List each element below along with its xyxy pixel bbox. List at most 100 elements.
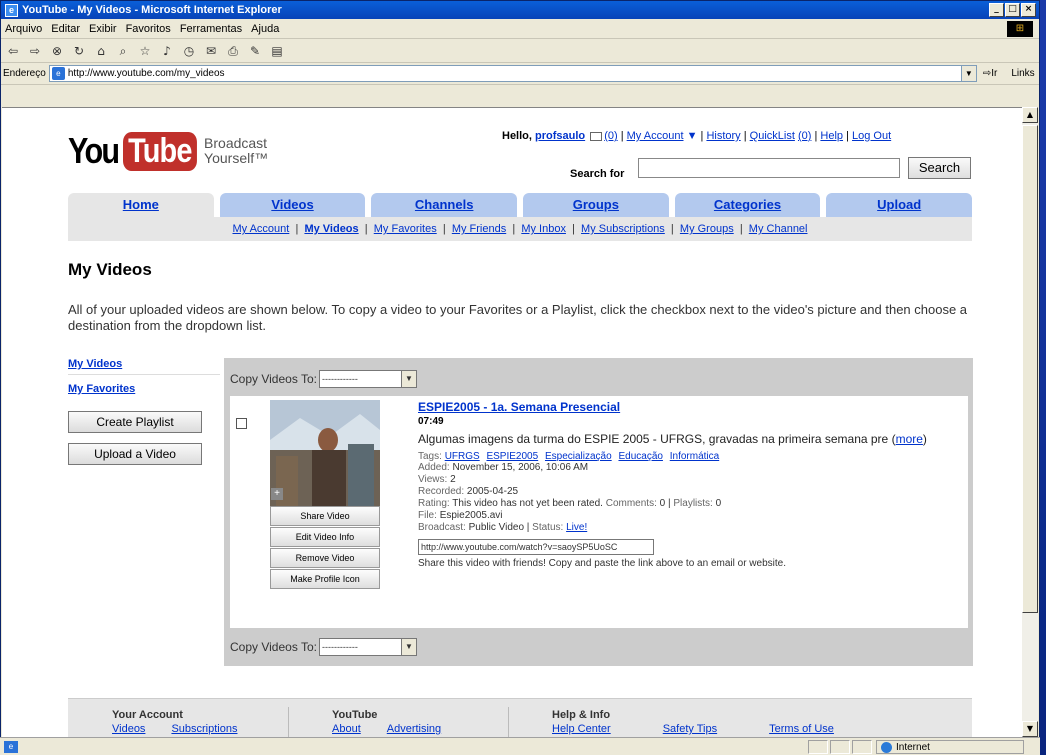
subnav-my-favorites[interactable]: My Favorites bbox=[374, 223, 437, 235]
video-title-link[interactable]: ESPIE2005 - 1a. Semana Presencial bbox=[418, 400, 620, 414]
close-icon[interactable]: × bbox=[1021, 3, 1036, 17]
menu-favoritos[interactable]: Favoritos bbox=[126, 23, 171, 35]
tab-videos[interactable]: Videos bbox=[219, 193, 366, 217]
tab-categories[interactable]: Categories bbox=[674, 193, 821, 217]
scroll-up-icon[interactable]: ▲ bbox=[1022, 107, 1038, 123]
footer-subscriptions-link[interactable]: Subscriptions bbox=[171, 723, 237, 735]
footer-heading: YouTube bbox=[332, 709, 378, 721]
title-bar[interactable]: e YouTube - My Videos - Microsoft Intern… bbox=[1, 1, 1039, 19]
scroll-thumb[interactable] bbox=[1022, 125, 1038, 613]
video-url-field[interactable]: http://www.youtube.com/watch?v=saoySP5Uo… bbox=[418, 539, 654, 555]
copy-label: Copy Videos To: bbox=[230, 640, 317, 654]
subnav-my-groups[interactable]: My Groups bbox=[680, 223, 734, 235]
footer-advertising-link[interactable]: Advertising bbox=[387, 723, 441, 735]
subnav-my-videos[interactable]: My Videos bbox=[304, 223, 358, 235]
quicklist-link[interactable]: QuickList bbox=[750, 130, 795, 142]
help-link[interactable]: Help bbox=[820, 130, 843, 142]
mail-icon[interactable]: ✉ bbox=[203, 43, 219, 59]
edit-icon[interactable]: ✎ bbox=[247, 43, 263, 59]
minimize-icon[interactable]: _ bbox=[989, 3, 1004, 17]
window-controls: _ □ × bbox=[989, 3, 1036, 17]
address-label: Endereço bbox=[3, 68, 46, 79]
footer-help-info: Help & Info Help Center Safety Tips Term… bbox=[552, 709, 834, 735]
page-title: My Videos bbox=[68, 260, 152, 279]
plus-icon[interactable]: + bbox=[271, 488, 283, 500]
remove-video-button[interactable]: Remove Video bbox=[270, 548, 380, 568]
logout-link[interactable]: Log Out bbox=[852, 130, 891, 142]
footer: Your Account Videos Subscriptions YouTub… bbox=[68, 698, 972, 737]
go-button[interactable]: ⇨Ir bbox=[983, 68, 998, 79]
refresh-icon[interactable]: ↻ bbox=[71, 43, 87, 59]
copy-select[interactable]: ------------ ▼ bbox=[318, 370, 417, 388]
history-link[interactable]: History bbox=[706, 130, 740, 142]
inbox-icon[interactable] bbox=[590, 131, 603, 141]
tab-upload[interactable]: Upload bbox=[826, 193, 973, 217]
video-description: Algumas imagens da turma do ESPIE 2005 -… bbox=[418, 432, 927, 446]
share-video-button[interactable]: Share Video bbox=[270, 506, 380, 526]
sidebar-my-favorites[interactable]: My Favorites bbox=[68, 383, 220, 395]
maximize-icon[interactable]: □ bbox=[1005, 3, 1020, 17]
tab-home[interactable]: Home bbox=[68, 193, 214, 217]
tab-channels[interactable]: Channels bbox=[371, 193, 518, 217]
home-icon[interactable]: ⌂ bbox=[93, 43, 109, 59]
subnav-my-account[interactable]: My Account bbox=[232, 223, 289, 235]
footer-videos-link[interactable]: Videos bbox=[112, 723, 145, 735]
copy-select[interactable]: ------------ ▼ bbox=[318, 638, 417, 656]
search-button[interactable]: Search bbox=[908, 157, 971, 179]
tag-educacao[interactable]: Educação bbox=[618, 451, 662, 462]
username-link[interactable]: profsaulo bbox=[535, 130, 585, 142]
subnav-my-inbox[interactable]: My Inbox bbox=[521, 223, 566, 235]
menu-ferramentas[interactable]: Ferramentas bbox=[180, 23, 242, 35]
menu-ajuda[interactable]: Ajuda bbox=[251, 23, 279, 35]
tag-ufrgs[interactable]: UFRGS bbox=[445, 451, 480, 462]
print-icon[interactable]: ⎙ bbox=[225, 43, 241, 59]
scroll-down-icon[interactable]: ▼ bbox=[1022, 721, 1038, 737]
status-live-link[interactable]: Live! bbox=[566, 522, 587, 533]
logo-you: You bbox=[68, 130, 120, 171]
tag-especializacao[interactable]: Especialização bbox=[545, 451, 612, 462]
footer-about-link[interactable]: About bbox=[332, 723, 361, 735]
chevron-down-icon[interactable]: ▼ bbox=[960, 66, 976, 81]
create-playlist-button[interactable]: Create Playlist bbox=[68, 411, 202, 433]
back-icon[interactable]: ⇦ bbox=[5, 43, 21, 59]
sidebar-my-videos[interactable]: My Videos bbox=[68, 358, 220, 370]
stop-icon[interactable]: ⊗ bbox=[49, 43, 65, 59]
sub-navigation: My Account | My Videos | My Favorites | … bbox=[68, 217, 972, 241]
discuss-icon[interactable]: ▤ bbox=[269, 43, 285, 59]
quicklist-count[interactable]: (0) bbox=[798, 130, 811, 142]
edit-video-info-button[interactable]: Edit Video Info bbox=[270, 527, 380, 547]
subnav-my-friends[interactable]: My Friends bbox=[452, 223, 506, 235]
favorites-icon[interactable]: ☆ bbox=[137, 43, 153, 59]
menu-arquivo[interactable]: Arquivo bbox=[5, 23, 42, 35]
footer-safety-tips-link[interactable]: Safety Tips bbox=[663, 723, 717, 735]
menu-exibir[interactable]: Exibir bbox=[89, 23, 117, 35]
tab-groups[interactable]: Groups bbox=[523, 193, 669, 217]
video-item: + Share Video Edit Video Info Remove Vid… bbox=[230, 396, 968, 628]
vertical-scrollbar[interactable]: ▲ ▼ bbox=[1022, 107, 1038, 737]
forward-icon[interactable]: ⇨ bbox=[27, 43, 43, 59]
video-thumbnail[interactable] bbox=[270, 400, 380, 506]
more-link[interactable]: more bbox=[896, 432, 923, 446]
subnav-my-subscriptions[interactable]: My Subscriptions bbox=[581, 223, 665, 235]
tag-espie2005[interactable]: ESPIE2005 bbox=[486, 451, 538, 462]
tag-informatica[interactable]: Informática bbox=[670, 451, 719, 462]
triangle-down-icon[interactable]: ▼ bbox=[687, 130, 698, 142]
youtube-logo[interactable]: You Tube Broadcast Yourself™ bbox=[68, 130, 268, 172]
search-input[interactable] bbox=[638, 158, 900, 178]
media-icon[interactable]: ♪ bbox=[159, 43, 175, 59]
subnav-my-channel[interactable]: My Channel bbox=[749, 223, 808, 235]
footer-help-center-link[interactable]: Help Center bbox=[552, 723, 611, 735]
inbox-count[interactable]: (0) bbox=[604, 130, 617, 142]
menu-editar[interactable]: Editar bbox=[51, 23, 80, 35]
links-button[interactable]: Links bbox=[1011, 68, 1034, 79]
search-icon[interactable]: ⌕ bbox=[115, 43, 131, 59]
my-account-link[interactable]: My Account bbox=[627, 130, 684, 142]
make-profile-icon-button[interactable]: Make Profile Icon bbox=[270, 569, 380, 589]
address-field[interactable]: e http://www.youtube.com/my_videos ▼ bbox=[48, 65, 977, 82]
upload-video-button[interactable]: Upload a Video bbox=[68, 443, 202, 465]
video-checkbox[interactable] bbox=[236, 418, 247, 429]
footer-heading: Your Account bbox=[112, 709, 183, 721]
footer-terms-link[interactable]: Terms of Use bbox=[769, 723, 834, 735]
history-icon[interactable]: ◷ bbox=[181, 43, 197, 59]
status-cell bbox=[808, 740, 828, 754]
